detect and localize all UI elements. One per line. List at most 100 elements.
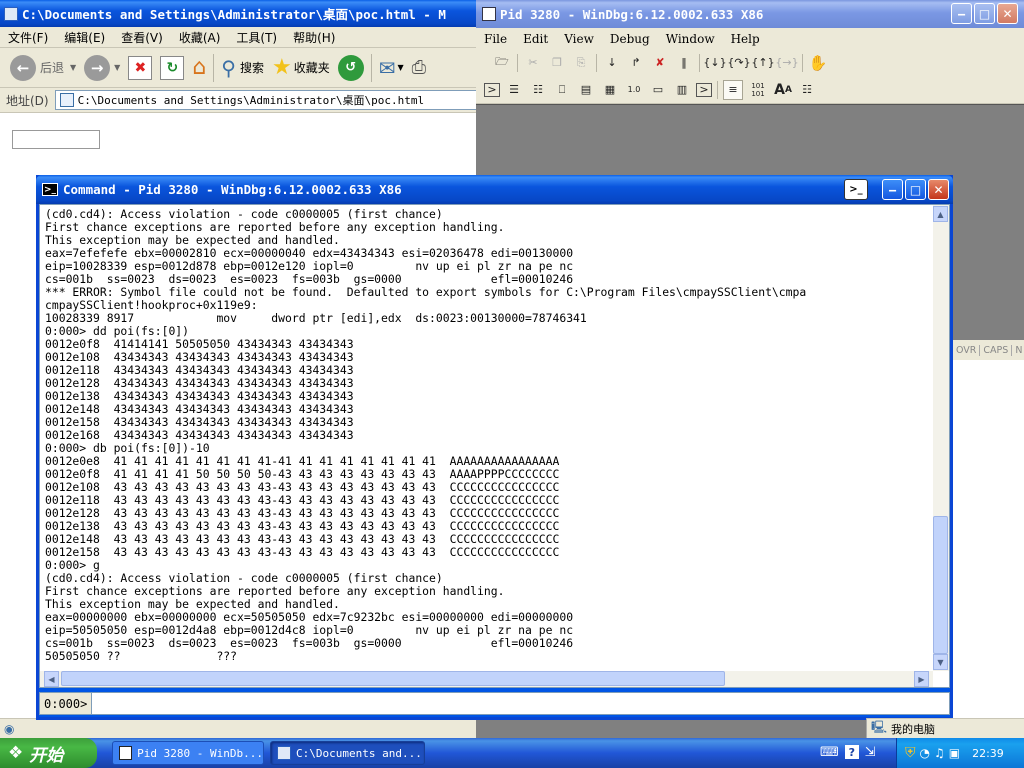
hex-mode-icon[interactable]: 101 101 — [747, 80, 769, 100]
windbg-toolbar-2: > ☰ ☷ ⎕ ▤ ▦ 1.0 ▭ ▥ > ≡ 101 101 AA ☷ — [476, 76, 1024, 104]
close-button[interactable]: ✕ — [997, 3, 1018, 24]
ie-menu-favorites[interactable]: 收藏(A) — [171, 29, 229, 46]
ie-menu-tools[interactable]: 工具(T) — [228, 29, 285, 46]
maximize-button[interactable]: □ — [974, 3, 995, 24]
close-button[interactable]: ✕ — [928, 179, 949, 200]
search-button[interactable]: ⚲ 搜索 — [217, 50, 268, 86]
scroll-left-arrow-icon[interactable]: ◀ — [44, 671, 59, 687]
page-text-input[interactable] — [12, 130, 100, 149]
windbg-title-bar[interactable]: Pid 3280 - WinDbg:6.12.0002.633 X86 ‒ □ … — [476, 0, 1024, 28]
vertical-scroll-thumb[interactable] — [933, 516, 948, 654]
favorites-button[interactable]: ★ 收藏夹 — [268, 50, 334, 86]
monitor-icon[interactable]: ▣ — [949, 746, 960, 760]
locals-window-icon[interactable]: ☷ — [528, 80, 548, 100]
task-windbg-label: Pid 3280 - WinDb... — [137, 746, 263, 760]
dock-button[interactable]: >_ — [844, 179, 868, 200]
options-icon[interactable]: ☷ — [797, 80, 817, 100]
history-icon: ↺ — [337, 54, 364, 81]
console-line: 50505050 ?? ??? — [45, 649, 238, 663]
start-button[interactable]: ❖ 开始 — [0, 738, 97, 768]
scroll-right-arrow-icon[interactable]: ▶ — [914, 671, 929, 687]
console-icon[interactable]: > — [696, 82, 712, 97]
mail-button[interactable]: ✉ ▼ — [375, 50, 408, 86]
status-ovr: OVR — [952, 344, 979, 356]
copy-icon[interactable]: ❐ — [547, 53, 567, 73]
call-stack-icon[interactable]: ▦ — [600, 80, 620, 100]
expand-tray-icon[interactable]: ⇲ — [865, 745, 876, 760]
task-ie[interactable]: C:\Documents and... — [270, 741, 425, 765]
command-prompt-icon: >_ — [42, 183, 58, 196]
stop-debugging-icon[interactable]: ✘ — [650, 53, 670, 73]
memory-window-icon[interactable]: ▤ — [576, 80, 596, 100]
ie-menu-view[interactable]: 查看(V) — [113, 29, 171, 46]
scratch-pad-icon[interactable]: ▭ — [648, 80, 668, 100]
task-windbg[interactable]: Pid 3280 - WinDb... — [112, 741, 264, 765]
home-button[interactable]: ⌂ — [188, 50, 210, 86]
volume-icon[interactable]: ♫ — [934, 746, 945, 760]
ie-menu-help[interactable]: 帮助(H) — [285, 29, 343, 46]
print-button[interactable]: ⎙ — [408, 50, 430, 86]
hand-icon[interactable]: ✋ — [808, 53, 828, 73]
command-prompt-label: 0:000> — [44, 696, 88, 711]
keyboard-icon[interactable]: ⌨ — [820, 745, 839, 760]
font-icon[interactable]: AA — [773, 80, 793, 100]
ie-menu-edit[interactable]: 编辑(E) — [56, 29, 113, 46]
cut-icon[interactable]: ✂ — [523, 53, 543, 73]
break-icon[interactable]: ‖ — [674, 53, 694, 73]
step-out-icon[interactable]: {↑} — [751, 53, 774, 73]
refresh-button[interactable]: ↻ — [156, 50, 188, 86]
minimize-button[interactable]: ‒ — [882, 179, 903, 200]
history-button[interactable]: ↺ — [334, 50, 368, 86]
toolbar-separator — [802, 53, 803, 72]
windbg-menu-view[interactable]: View — [556, 32, 602, 46]
toolbar-separator — [517, 53, 518, 72]
run-to-cursor-icon[interactable]: {→} — [775, 53, 798, 73]
windbg-menu-edit[interactable]: Edit — [515, 32, 556, 46]
watch-window-icon[interactable]: ☰ — [504, 80, 524, 100]
restart-icon[interactable]: ↱ — [626, 53, 646, 73]
disassembly-icon[interactable]: 1.0 — [624, 80, 644, 100]
ie-address-bar: 地址(D) C:\Documents and Settings\Administ… — [0, 88, 478, 113]
toolbar-separator — [370, 53, 372, 82]
toolbar-separator — [699, 53, 700, 72]
command-window-icon[interactable]: > — [484, 82, 500, 97]
help-icon[interactable]: ? — [844, 745, 859, 759]
back-button[interactable]: ← 后退 ▼ — [6, 50, 80, 86]
horizontal-scroll-thumb[interactable] — [61, 671, 725, 686]
ie-zone-label: 我的电脑 — [891, 722, 936, 736]
step-into-icon[interactable]: {↓} — [703, 53, 726, 73]
forward-button[interactable]: → ▼ — [80, 50, 124, 86]
windbg-menu-window[interactable]: Window — [658, 32, 723, 46]
ie-title-text: C:\Documents and Settings\Administrator\… — [22, 7, 446, 22]
scroll-down-arrow-icon[interactable]: ▼ — [933, 654, 948, 670]
console-line: 0012e158 43 43 43 43 43 43 43 43-43 43 4… — [45, 545, 560, 559]
command-input[interactable] — [91, 693, 949, 714]
horizontal-scrollbar[interactable]: ◀ ▶ — [40, 671, 933, 687]
vertical-scrollbar[interactable]: ▲ ▼ — [933, 205, 949, 671]
refresh-icon: ↻ — [160, 55, 185, 80]
windbg-menu-file[interactable]: File — [476, 32, 515, 46]
command-title-bar[interactable]: >_ Command - Pid 3280 - WinDbg:6.12.0002… — [36, 175, 953, 204]
ie-menu-file[interactable]: 文件(F) — [0, 29, 56, 46]
windbg-menu-debug[interactable]: Debug — [602, 32, 658, 46]
step-over-icon[interactable]: {↷} — [727, 53, 750, 73]
windbg-menu-help[interactable]: Help — [723, 32, 768, 46]
network-icon[interactable]: ◔ — [920, 746, 930, 760]
registers-window-icon[interactable]: ⎕ — [552, 80, 572, 100]
maximize-button[interactable]: □ — [905, 179, 926, 200]
go-icon[interactable]: ↓ — [602, 53, 622, 73]
home-icon: ⌂ — [192, 55, 207, 80]
scroll-up-arrow-icon[interactable]: ▲ — [933, 206, 948, 222]
back-label: 后退 — [40, 61, 65, 75]
quick-tray-left: ⌨ ? ⇲ — [820, 745, 876, 760]
ie-title-bar[interactable]: C:\Documents and Settings\Administrator\… — [0, 0, 478, 27]
paste-icon[interactable]: ⎘ — [571, 53, 591, 73]
shield-icon[interactable]: ⛨ — [905, 745, 916, 761]
open-file-icon[interactable]: 🗁 — [492, 53, 512, 73]
minimize-button[interactable]: ‒ — [951, 3, 972, 24]
stop-button[interactable]: ✖ — [124, 50, 156, 86]
processes-icon[interactable]: ▥ — [672, 80, 692, 100]
address-value: C:\Documents and Settings\Administrator\… — [77, 94, 425, 107]
source-mode-icon[interactable]: ≡ — [723, 79, 743, 100]
address-input[interactable]: C:\Documents and Settings\Administrator\… — [54, 90, 478, 110]
